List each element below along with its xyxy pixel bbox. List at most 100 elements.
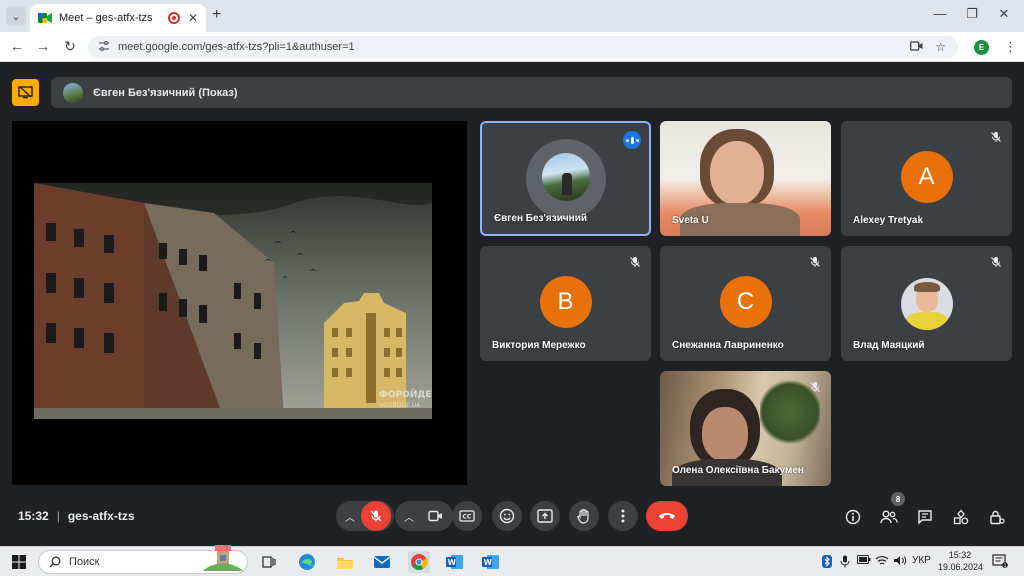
window-close-button[interactable]: ✕: [994, 6, 1014, 22]
svg-text:W: W: [448, 558, 457, 567]
chat-icon: [918, 510, 932, 525]
file-explorer-icon[interactable]: [334, 551, 356, 573]
clock-date: 19.06.2024: [938, 562, 984, 572]
separator: |: [56, 509, 60, 523]
avatar: [901, 278, 953, 330]
windows-start-icon[interactable]: [8, 551, 30, 573]
participant-tile[interactable]: A Alexey Tretyak: [841, 121, 1012, 236]
restore-button[interactable]: ❐: [962, 6, 982, 22]
reactions-button[interactable]: [492, 501, 522, 531]
meeting-details-button[interactable]: [843, 507, 863, 527]
meeting-time: 15:32: [18, 509, 49, 523]
language-indicator[interactable]: УКР: [912, 555, 931, 566]
more-vert-icon: [621, 509, 625, 523]
participant-tile[interactable]: Євген Без'язичний: [480, 121, 651, 236]
participant-name: Sveta U: [672, 215, 709, 226]
chrome-taskbar-icon[interactable]: [408, 551, 430, 573]
participant-tile[interactable]: С Снежанна Лавриненко: [660, 246, 831, 361]
browser-tab-bar: ⌄ Meet – ges-atfx-tzs ✕ + — ❐ ✕: [0, 0, 1024, 32]
forward-button[interactable]: →: [34, 38, 52, 54]
video-camera-icon: [427, 510, 442, 522]
close-tab-icon[interactable]: ✕: [188, 11, 198, 25]
video-face: [702, 407, 748, 461]
browser-menu-icon[interactable]: ⋮: [1004, 39, 1017, 55]
participant-tile[interactable]: Влад Маяцкий: [841, 246, 1012, 361]
battery-icon[interactable]: [857, 555, 871, 567]
word-icon[interactable]: W: [444, 551, 466, 573]
address-bar[interactable]: meet.google.com/ges-atfx-tzs?pli=1&authu…: [88, 36, 958, 58]
participant-tile[interactable]: В Виктория Мережко: [480, 246, 651, 361]
watermark-subtext: VGOROGE.UA: [379, 402, 421, 409]
microphone-control: ︿: [336, 501, 394, 531]
presented-image: ФОРОЙДЕ VGOROGE.UA: [34, 183, 432, 419]
tab-title: Meet – ges-atfx-tzs: [59, 12, 153, 24]
presenter-bar: Євген Без'язичний (Показ): [51, 77, 1012, 108]
tab-list-button[interactable]: ⌄: [6, 6, 26, 26]
video-face: [710, 141, 764, 205]
host-controls-lock-icon: [990, 510, 1005, 525]
participant-tile[interactable]: Олена Олексіївна Бакумен: [660, 371, 831, 486]
edge-browser-icon[interactable]: [296, 551, 318, 573]
search-placeholder: Поиск: [69, 556, 100, 568]
volume-icon[interactable]: [893, 555, 907, 569]
profile-avatar[interactable]: E: [974, 40, 989, 55]
watermark-text: ФОРОЙДЕ: [379, 388, 432, 400]
notifications-icon[interactable]: 1: [992, 554, 1008, 571]
people-button[interactable]: [879, 507, 899, 527]
taskbar-clock[interactable]: 15:32 19.06.2024: [938, 549, 984, 573]
recording-icon: [167, 12, 180, 24]
svg-text:W: W: [484, 558, 493, 567]
raise-hand-button[interactable]: [569, 501, 599, 531]
mic-options-chevron-icon[interactable]: ︿: [339, 509, 361, 524]
activities-button[interactable]: [951, 507, 971, 527]
camera-in-use-icon[interactable]: [910, 40, 923, 54]
browser-tab-meet[interactable]: Meet – ges-atfx-tzs ✕: [30, 4, 206, 32]
speaking-indicator-icon: [623, 131, 641, 149]
info-icon: [845, 509, 861, 525]
svg-text:1: 1: [1004, 563, 1007, 568]
participant-name: Снежанна Лавриненко: [672, 340, 784, 351]
participant-name: Alexey Tretyak: [853, 215, 924, 226]
participant-name: Євген Без'язичний: [494, 213, 587, 224]
activities-icon: [953, 509, 969, 525]
mic-off-icon: [988, 129, 1004, 145]
captions-button[interactable]: CC: [452, 501, 482, 531]
camera-button[interactable]: [420, 501, 450, 531]
chevron-down-icon: ⌄: [11, 10, 21, 23]
url-text: meet.google.com/ges-atfx-tzs?pli=1&authu…: [118, 41, 355, 53]
chat-button[interactable]: [915, 507, 935, 527]
more-options-button[interactable]: [608, 501, 638, 531]
avatar: [542, 153, 590, 201]
participant-name: Олена Олексіївна Бакумен: [672, 465, 804, 476]
new-tab-button[interactable]: +: [212, 6, 221, 24]
host-controls-button[interactable]: [987, 507, 1007, 527]
presenter-label: Євген Без'язичний (Показ): [93, 86, 238, 99]
reload-button[interactable]: ↻: [61, 38, 79, 55]
back-button[interactable]: ←: [8, 38, 26, 54]
mail-icon[interactable]: [371, 551, 393, 573]
raise-hand-icon: [577, 508, 589, 524]
task-view-icon[interactable]: [258, 551, 280, 573]
presentation-icon[interactable]: [12, 79, 39, 106]
wifi-icon[interactable]: [875, 555, 889, 569]
word-icon-second[interactable]: W: [480, 551, 502, 573]
participant-name: Виктория Мережко: [492, 340, 586, 351]
participant-name: Влад Маяцкий: [853, 340, 925, 351]
bookmark-star-icon[interactable]: ☆: [935, 40, 946, 54]
leave-call-button[interactable]: [646, 501, 688, 531]
microphone-tray-icon[interactable]: [840, 555, 850, 571]
bluetooth-icon[interactable]: [822, 555, 832, 571]
present-screen-button[interactable]: [530, 501, 560, 531]
mic-off-button[interactable]: [361, 501, 391, 531]
camera-control: ︿: [395, 501, 453, 531]
mic-off-icon: [988, 254, 1004, 270]
participant-tile[interactable]: Sveta U: [660, 121, 831, 236]
site-info-icon[interactable]: [98, 40, 110, 54]
presenter-avatar: [63, 82, 83, 103]
meeting-info: 15:32 | ges-atfx-tzs: [18, 509, 135, 523]
minimize-button[interactable]: —: [930, 6, 950, 21]
taskbar-search[interactable]: Поиск: [38, 545, 248, 574]
presentation-stage[interactable]: ФОРОЙДЕ VGOROGE.UA: [12, 121, 467, 485]
avatar: С: [719, 276, 772, 328]
camera-options-chevron-icon[interactable]: ︿: [398, 509, 420, 524]
